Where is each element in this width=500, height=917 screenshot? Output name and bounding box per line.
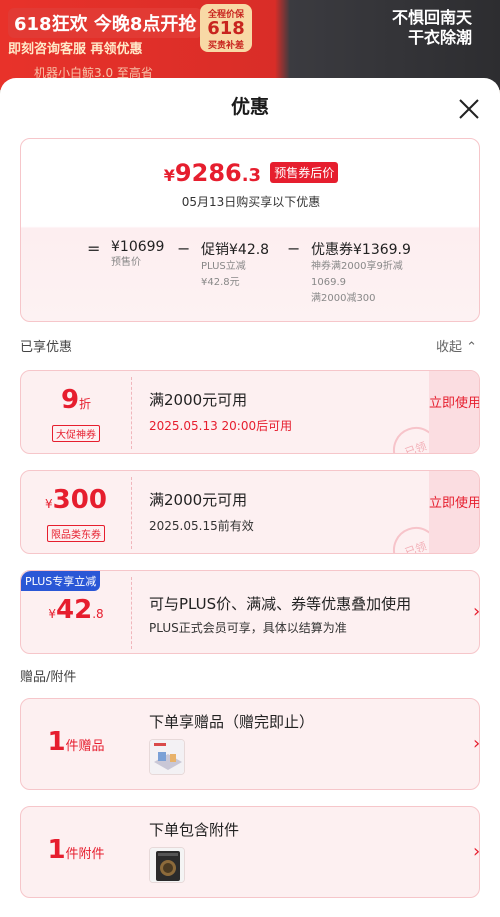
presale-price-block: ¥10699 预售价: [111, 239, 165, 268]
plus-offer-title: 可与PLUS价、满减、券等优惠叠加使用: [149, 595, 412, 613]
coupon-condition: 满2000元可用: [149, 391, 248, 409]
background-promo-banner: 618狂欢 今晚8点开抢 即刻咨询客服 再领优惠 全程价保 618 买贵补差 不…: [0, 0, 500, 90]
chevron-right-icon: ›: [473, 601, 480, 622]
coupon-card-amount: ¥300 限品类东券 满2000元可用 2025.05.15前有效 已领 立即使…: [20, 470, 480, 554]
accessory-title: 下单包含附件: [149, 821, 240, 839]
banner-headline: 618狂欢 今晚8点开抢: [8, 8, 203, 38]
chevron-right-icon: ›: [473, 841, 480, 862]
washer-image-icon: [150, 848, 184, 882]
coupon-value: 9折: [60, 385, 92, 415]
coupon-condition: 满2000元可用: [149, 491, 248, 509]
accessory-thumbnail: [149, 847, 185, 883]
close-icon[interactable]: [456, 96, 482, 122]
chevron-right-icon: ›: [473, 733, 480, 754]
gift-count: 1件赠品: [47, 727, 105, 757]
plus-offer-note: PLUS正式会员可享，具体以结算为准: [149, 621, 347, 635]
banner-right-slogan: 不惧回南天 干衣除潮: [392, 8, 473, 47]
banner-subline: 即刻咨询客服 再领优惠: [8, 42, 143, 57]
accessory-card[interactable]: 1件附件 下单包含附件 ›: [20, 806, 480, 898]
accessory-count: 1件附件: [47, 835, 105, 865]
coupon-validity: 2025.05.13 20:00后可用: [149, 419, 293, 433]
collapse-button[interactable]: 收起 ⌃: [436, 336, 477, 355]
purchase-date-note: 05月13日购买享以下优惠: [181, 195, 321, 209]
plus-badge: PLUS专享立减: [21, 571, 101, 591]
coupon-divider: [131, 377, 132, 449]
gift-thumbnail: [149, 739, 185, 775]
coupon-validity: 2025.05.15前有效: [149, 519, 254, 533]
plus-offer-card[interactable]: PLUS专享立减 ¥42.8 可与PLUS价、满减、券等优惠叠加使用 PLUS正…: [20, 570, 480, 654]
final-price: ¥9286.3: [163, 159, 262, 187]
coupon-tag: 大促神券: [21, 423, 131, 442]
room-image-icon: [150, 740, 184, 774]
use-now-button[interactable]: 立即使用: [429, 371, 479, 453]
coupon-card-discount: 9折 大促神券 满2000元可用 2025.05.13 20:00后可用 已领 …: [20, 370, 480, 454]
plus-value: ¥42.8: [48, 595, 104, 625]
promo-block: 促销¥42.8 PLUS立减 ¥42.8元: [201, 242, 270, 288]
gifts-section-label: 赠品/附件: [20, 670, 77, 685]
sheet-title: 优惠: [230, 96, 269, 118]
coupon-value: ¥300: [45, 485, 107, 515]
price-summary-card: ¥9286.3 预售券后价 05月13日购买享以下优惠 = ¥10699 预售价…: [20, 138, 480, 322]
gift-title: 下单享赠品（赠完即止）: [149, 713, 315, 731]
coupon-divider: [131, 577, 132, 649]
final-price-row: ¥9286.3 预售券后价: [21, 159, 481, 187]
coupon-tag: 限品类东券: [21, 523, 131, 542]
enjoyed-section-label: 已享优惠: [20, 340, 73, 355]
price-type-tag: 预售券后价: [270, 162, 339, 183]
discount-sheet: 优惠 ¥9286.3 预售券后价 05月13日购买享以下优惠 = ¥10699 …: [0, 78, 500, 917]
price-protect-badge: 全程价保 618 买贵补差: [200, 4, 252, 52]
chevron-up-icon: ⌃: [466, 340, 478, 355]
gift-card[interactable]: 1件赠品 下单享赠品（赠完即止） ›: [20, 698, 480, 790]
use-now-button[interactable]: 立即使用: [429, 471, 479, 553]
coupon-block: 优惠券¥1369.9 神券满2000享9折减 1069.9 满2000减300: [311, 242, 411, 304]
coupon-divider: [131, 477, 132, 549]
